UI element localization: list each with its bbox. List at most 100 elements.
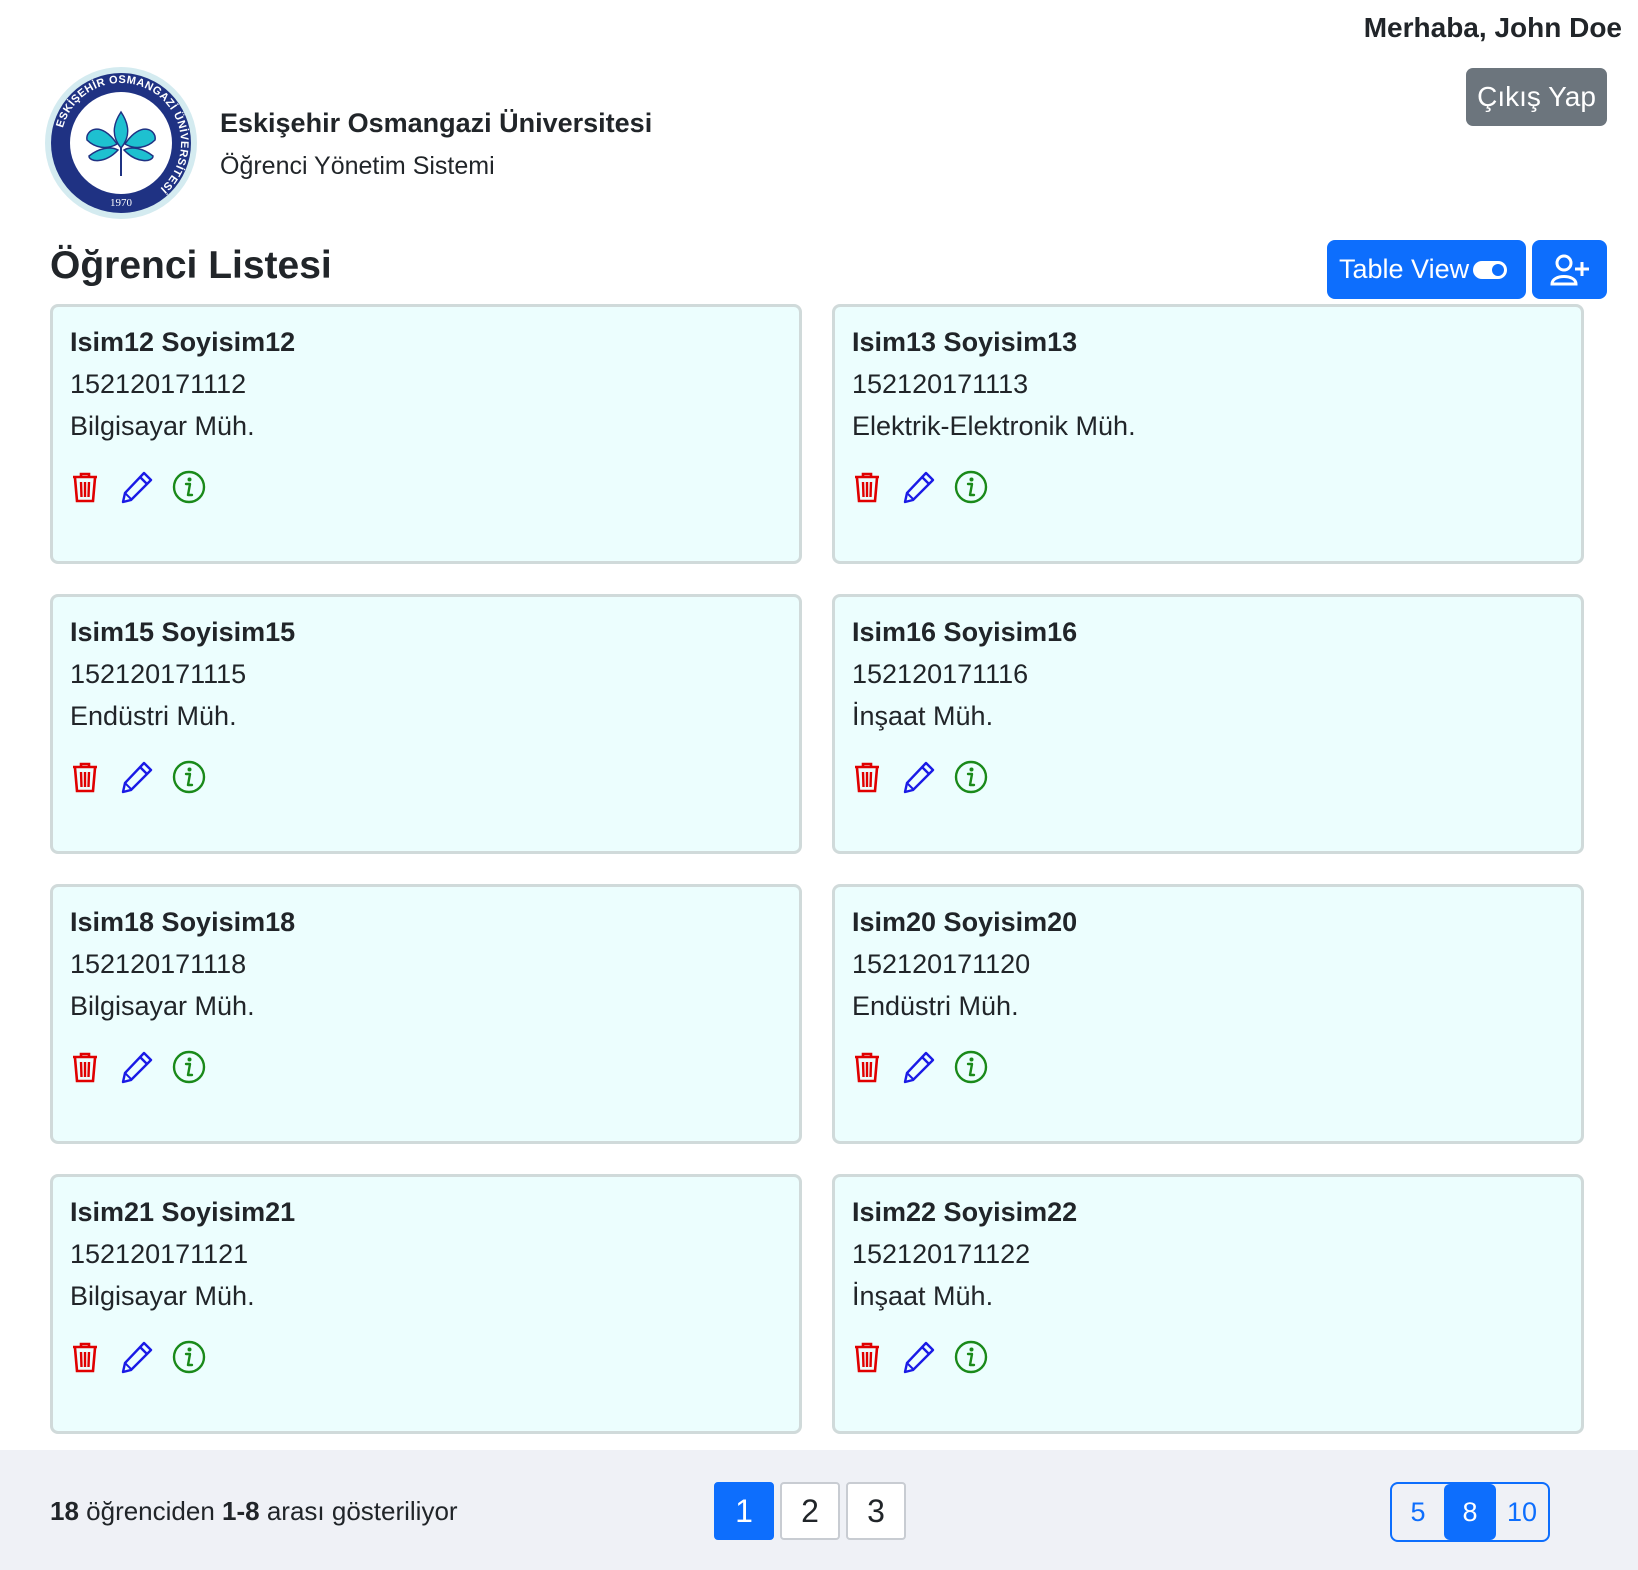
student-name: Isim16 Soyisim16 xyxy=(852,617,1078,647)
student-name: Isim22 Soyisim22 xyxy=(852,1197,1078,1227)
student-card: Isim12 Soyisim12 152120171112 Bilgisayar M… xyxy=(50,304,802,564)
student-department: Endüstri Müh. xyxy=(852,991,1019,1021)
pencil-icon xyxy=(902,760,936,799)
student-card: Isim15 Soyisim15 152120171115 Endüstri Müh… xyxy=(50,594,802,854)
student-card: Isim21 Soyisim21 152120171121 Bilgisayar M… xyxy=(50,1174,802,1434)
total-count: 18 xyxy=(50,1496,79,1526)
pencil-icon xyxy=(120,470,154,509)
student-department: İnşaat Müh. xyxy=(852,701,994,731)
page-size-5[interactable]: 5 xyxy=(1392,1484,1444,1540)
delete-student-button[interactable] xyxy=(69,471,101,507)
university-name: Eskişehir Osmangazi Üniversitesi xyxy=(220,108,653,138)
pencil-icon xyxy=(120,1340,154,1379)
edit-student-button[interactable] xyxy=(903,1051,935,1087)
info-circle-icon xyxy=(954,470,988,509)
student-number: 152120171112 xyxy=(70,369,247,399)
student-name: Isim21 Soyisim21 xyxy=(70,1197,296,1227)
delete-student-button[interactable] xyxy=(69,1341,101,1377)
student-number: 152120171122 xyxy=(852,1239,1031,1269)
student-info-button[interactable] xyxy=(954,1050,988,1089)
page-buttons: 1 2 3 xyxy=(714,1482,906,1540)
trash-icon xyxy=(853,1341,881,1378)
info-circle-icon xyxy=(172,1340,206,1379)
card-actions xyxy=(851,1050,988,1089)
edit-student-button[interactable] xyxy=(903,761,935,797)
student-info-button[interactable] xyxy=(172,760,206,797)
page-button-3[interactable]: 3 xyxy=(846,1482,906,1540)
user-plus-icon xyxy=(1549,254,1589,285)
student-department: Elektrik-Elektronik Müh. xyxy=(852,411,1136,441)
edit-student-button[interactable] xyxy=(121,1341,153,1377)
student-card: Isim13 Soyisim13 152120171113 Elektrik-Ele… xyxy=(832,304,1584,564)
student-info-button[interactable] xyxy=(954,760,988,797)
student-department: İnşaat Müh. xyxy=(852,1281,994,1311)
card-actions xyxy=(851,760,988,797)
student-number: 152120171115 xyxy=(70,659,247,689)
info-circle-icon xyxy=(172,470,206,509)
pagination-footer: 18 öğrenciden 1-8 arası gösteriliyor 1 2… xyxy=(0,1450,1638,1570)
edit-student-button[interactable] xyxy=(903,471,935,507)
student-number: 152120171113 xyxy=(852,369,1029,399)
edit-student-button[interactable] xyxy=(121,1051,153,1087)
student-department: Endüstri Müh. xyxy=(70,701,237,731)
delete-student-button[interactable] xyxy=(851,471,883,507)
pencil-icon xyxy=(902,1050,936,1089)
page-size-10[interactable]: 10 xyxy=(1496,1484,1548,1540)
pencil-icon xyxy=(902,1340,936,1379)
student-number: 152120171116 xyxy=(852,659,1029,689)
student-info-button[interactable] xyxy=(172,470,206,509)
pencil-icon xyxy=(120,760,154,799)
trash-icon xyxy=(853,1051,881,1088)
student-name: Isim13 Soyisim13 xyxy=(852,327,1078,357)
delete-student-button[interactable] xyxy=(851,1051,883,1087)
pencil-icon xyxy=(120,1050,154,1089)
edit-student-button[interactable] xyxy=(121,471,153,507)
info-circle-icon xyxy=(954,1050,988,1089)
student-info-button[interactable] xyxy=(954,470,988,509)
student-number: 152120171121 xyxy=(70,1239,249,1269)
add-student-button[interactable] xyxy=(1532,240,1607,299)
trash-icon xyxy=(71,471,99,508)
student-card: Isim20 Soyisim20 152120171120 Endüstri Müh… xyxy=(832,884,1584,1144)
info-circle-icon xyxy=(172,1050,206,1089)
summary-text: öğrenciden xyxy=(78,1496,223,1526)
pencil-icon xyxy=(902,470,936,509)
student-department: Bilgisayar Müh. xyxy=(70,411,255,441)
trash-icon xyxy=(71,1341,99,1378)
edit-student-button[interactable] xyxy=(903,1341,935,1377)
delete-student-button[interactable] xyxy=(851,1341,883,1377)
student-info-button[interactable] xyxy=(172,1340,206,1379)
card-actions xyxy=(69,1050,206,1089)
card-actions xyxy=(69,1340,206,1379)
logout-button[interactable]: Çıkış Yap xyxy=(1466,68,1607,126)
toggle-on-icon xyxy=(1473,260,1508,279)
edit-student-button[interactable] xyxy=(121,761,153,797)
student-info-button[interactable] xyxy=(172,1050,206,1089)
page-button-2[interactable]: 2 xyxy=(780,1482,840,1540)
page-button-1[interactable]: 1 xyxy=(714,1482,774,1540)
delete-student-button[interactable] xyxy=(69,1051,101,1087)
student-info-button[interactable] xyxy=(954,1340,988,1377)
student-department: Bilgisayar Müh. xyxy=(70,1281,255,1311)
student-number: 152120171118 xyxy=(70,949,247,979)
trash-icon xyxy=(71,761,99,798)
student-name: Isim20 Soyisim20 xyxy=(852,907,1078,937)
trash-icon xyxy=(853,761,881,798)
page-size-8[interactable]: 8 xyxy=(1444,1484,1496,1540)
card-actions xyxy=(851,470,988,509)
table-view-toggle-button[interactable]: Table View xyxy=(1327,240,1526,299)
card-actions xyxy=(69,760,206,797)
student-card: Isim18 Soyisim18 152120171118 Bilgisayar M… xyxy=(50,884,802,1144)
page-size-selector: 5 8 10 xyxy=(1390,1482,1550,1542)
table-view-label: Table View xyxy=(1339,254,1470,284)
delete-student-button[interactable] xyxy=(69,761,101,797)
visible-range: 1-8 xyxy=(222,1496,260,1526)
trash-icon xyxy=(71,1051,99,1088)
card-actions xyxy=(851,1340,988,1377)
student-name: Isim15 Soyisim15 xyxy=(70,617,296,647)
system-name: Öğrenci Yönetim Sistemi xyxy=(220,152,495,180)
greeting: Merhaba, John Doe xyxy=(1363,12,1622,43)
student-card: Isim22 Soyisim22 152120171122 İnşaat Müh. xyxy=(832,1174,1584,1434)
university-logo: ESKİŞEHİR OSMANGAZİ ÜNİVERSİTESİ 1970 xyxy=(45,67,197,219)
delete-student-button[interactable] xyxy=(851,761,883,797)
